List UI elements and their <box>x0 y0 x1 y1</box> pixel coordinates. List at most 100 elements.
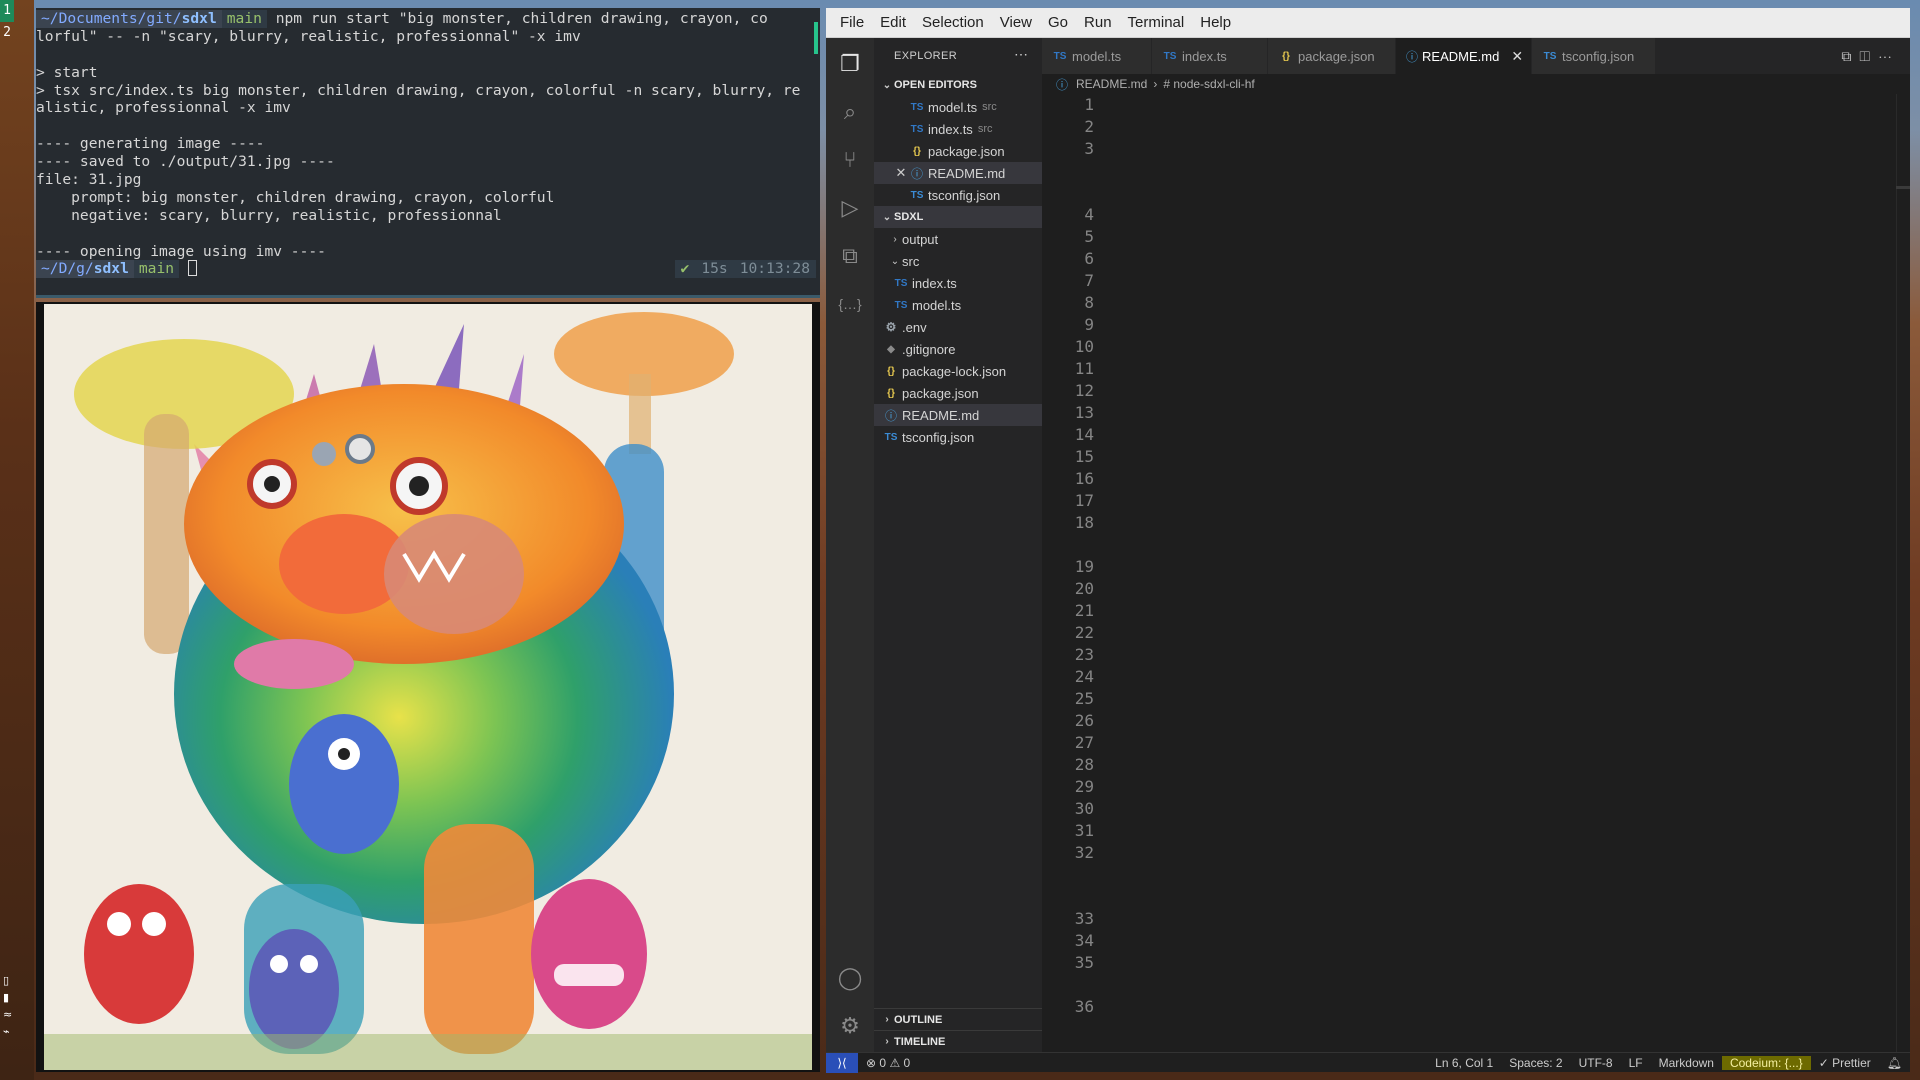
tree-file[interactable]: TS index.ts <box>874 272 1042 294</box>
menu-file[interactable]: File <box>832 14 872 31</box>
terminal-command: npm run start "big monster, children dra… <box>275 10 768 27</box>
close-icon[interactable]: ✕ <box>894 165 908 181</box>
editor-actions[interactable]: ⧉◫⋯ <box>1841 48 1900 65</box>
terminal-window[interactable]: ~/Documents/git/sdxl main npm run start "… <box>36 8 820 298</box>
tree-folder-output[interactable]: › output <box>874 228 1042 250</box>
open-editor-item[interactable]: TS tsconfig.json <box>874 184 1042 206</box>
indentation[interactable]: Spaces: 2 <box>1501 1056 1570 1070</box>
prompt-path: ~/D/g/sdxl <box>36 260 134 279</box>
wifi-icon: ≈ <box>3 1008 13 1021</box>
activity-bar: ❐ ⌕ ⑂ ▷ ⧉ {…} ◯ ⚙ <box>826 38 874 1052</box>
workspace-1[interactable]: 1 <box>0 0 14 22</box>
explorer-sidebar: EXPLORER ⋯ ⌄ OPEN EDITORS TS model.ts src T… <box>874 38 1042 1052</box>
command-duration: 15s <box>695 260 734 279</box>
prettier-status[interactable]: ✓ Prettier <box>1811 1056 1879 1070</box>
prompt-right-status: ✔ 15s 10:13:28 <box>674 260 816 279</box>
end-of-line[interactable]: LF <box>1621 1056 1651 1070</box>
language-mode[interactable]: Markdown <box>1651 1056 1722 1070</box>
account-icon[interactable]: ◯ <box>836 964 864 992</box>
editor-tabs: TS model.ts TS index.ts {} package.json ⓘ RE… <box>1042 38 1910 74</box>
line-number-gutter: 1 2 3 4 5 6 7 8 9 10 11 12 13 14 15 16 1… <box>1074 95 1094 1016</box>
json-icon[interactable]: {…} <box>836 290 864 318</box>
code-editor[interactable]: 1 2 3 4 5 6 7 8 9 10 11 12 13 14 15 16 1… <box>1042 94 1910 1052</box>
info-file-icon: ⓘ <box>910 166 923 181</box>
vscode-window[interactable]: File Edit Selection View Go Run Terminal… <box>826 8 1910 1073</box>
open-editor-item[interactable]: TS index.ts src <box>874 118 1042 140</box>
close-tab-icon[interactable]: ✕ <box>1511 48 1523 65</box>
files-icon[interactable]: ❐ <box>836 50 864 78</box>
terminal-output-line: alistic, professionnal -x imv <box>36 99 291 117</box>
more-actions-icon[interactable]: ⋯ <box>1014 46 1028 63</box>
open-editor-item[interactable]: {} package.json <box>874 140 1042 162</box>
breadcrumb-file[interactable]: README.md <box>1076 77 1147 91</box>
menu-edit[interactable]: Edit <box>872 14 914 31</box>
tsconfig-icon: TS <box>884 431 898 443</box>
outline-section[interactable]: › OUTLINE <box>874 1008 1042 1030</box>
tab-model-ts[interactable]: TS model.ts <box>1042 38 1152 74</box>
tree-file[interactable]: TS model.ts <box>874 294 1042 316</box>
chevron-down-icon: ⌄ <box>890 255 900 267</box>
tab-readme-md[interactable]: ⓘ README.md ✕ <box>1396 38 1532 74</box>
workspace-2[interactable]: 2 <box>0 22 14 44</box>
tsconfig-icon: TS <box>910 189 924 201</box>
menu-go[interactable]: Go <box>1040 14 1076 31</box>
menu-run[interactable]: Run <box>1076 14 1120 31</box>
menu-help[interactable]: Help <box>1192 14 1239 31</box>
tab-index-ts[interactable]: TS index.ts <box>1152 38 1268 74</box>
more-actions-icon: ⋯ <box>1878 48 1900 64</box>
encoding[interactable]: UTF-8 <box>1571 1056 1621 1070</box>
system-tray: ▯ ▮ ≈ ⌁ <box>3 972 12 1040</box>
terminal-cursor <box>187 260 197 277</box>
tree-file[interactable]: {} package-lock.json <box>874 360 1042 382</box>
menu-selection[interactable]: Selection <box>914 14 992 31</box>
project-section[interactable]: ⌄ SDXL <box>874 206 1042 228</box>
timeline-section[interactable]: › TIMELINE <box>874 1030 1042 1052</box>
tree-file[interactable]: ◆ .gitignore <box>874 338 1042 360</box>
settings-gear-icon[interactable]: ⚙ <box>836 1012 864 1040</box>
breadcrumb-symbol[interactable]: # node-sdxl-cli-hf <box>1163 77 1254 91</box>
tree-folder-src[interactable]: ⌄ src <box>874 250 1042 272</box>
menu-view[interactable]: View <box>992 14 1040 31</box>
chevron-down-icon: ⌄ <box>882 79 892 91</box>
prompt-branch: main <box>133 260 180 279</box>
typescript-icon: TS <box>894 277 908 289</box>
json-file-icon: {} <box>913 145 921 157</box>
terminal-output-line: ---- opening image using imv ---- <box>36 242 326 260</box>
tree-file-active[interactable]: ⓘ README.md <box>874 404 1042 426</box>
terminal-output-line: prompt: big monster, children drawing, c… <box>36 188 555 206</box>
tab-package-json[interactable]: {} package.json <box>1268 38 1396 74</box>
split-editor-icon: ◫ <box>1859 48 1878 64</box>
terminal-command-line-2: lorful" -- -n "scary, blurry, realistic,… <box>36 27 581 45</box>
editor-scrollbar[interactable] <box>1896 94 1910 1052</box>
open-editor-item[interactable]: TS model.ts src <box>874 96 1042 118</box>
remote-icon[interactable]: ⟩⟨ <box>826 1052 858 1073</box>
source-control-icon[interactable]: ⑂ <box>836 146 864 174</box>
terminal-output-line: ---- generating image ---- <box>36 135 265 153</box>
generated-monster-image <box>44 304 812 1070</box>
image-viewer-window[interactable] <box>36 302 820 1072</box>
open-editors-section[interactable]: ⌄ OPEN EDITORS <box>874 74 1042 96</box>
run-debug-icon[interactable]: ▷ <box>836 194 864 222</box>
codeium-status[interactable]: Codeium: {...} <box>1721 1055 1811 1070</box>
search-icon[interactable]: ⌕ <box>836 98 864 126</box>
notifications-bell-icon[interactable]: 🔔︎ <box>1879 1056 1910 1070</box>
scroll-thumb[interactable] <box>1896 186 1910 189</box>
tab-tsconfig-json[interactable]: TS tsconfig.json <box>1532 38 1656 74</box>
info-file-icon: ⓘ <box>1406 49 1419 64</box>
tree-file[interactable]: {} package.json <box>874 382 1042 404</box>
problems-indicator[interactable]: ⊗ 0 ⚠ 0 <box>858 1056 918 1070</box>
exit-ok-icon: ✔ <box>674 260 696 279</box>
tree-file[interactable]: TS tsconfig.json <box>874 426 1042 448</box>
menu-terminal[interactable]: Terminal <box>1120 14 1193 31</box>
cursor-position[interactable]: Ln 6, Col 1 <box>1427 1056 1501 1070</box>
info-file-icon: ⓘ <box>884 408 897 423</box>
tree-file[interactable]: ⚙ .env <box>874 316 1042 338</box>
preview-icon: ⧉ <box>1841 48 1860 64</box>
gear-icon: ⚙ <box>885 320 897 334</box>
open-editor-item-active[interactable]: ✕ ⓘ README.md <box>874 162 1042 184</box>
extensions-icon[interactable]: ⧉ <box>836 242 864 270</box>
chevron-right-icon: › <box>885 1036 889 1047</box>
terminal-scrollbar[interactable] <box>814 22 818 54</box>
menu-bar: File Edit Selection View Go Run Terminal… <box>826 8 1910 38</box>
terminal-output-line: > tsx src/index.ts big monster, children… <box>36 81 801 99</box>
